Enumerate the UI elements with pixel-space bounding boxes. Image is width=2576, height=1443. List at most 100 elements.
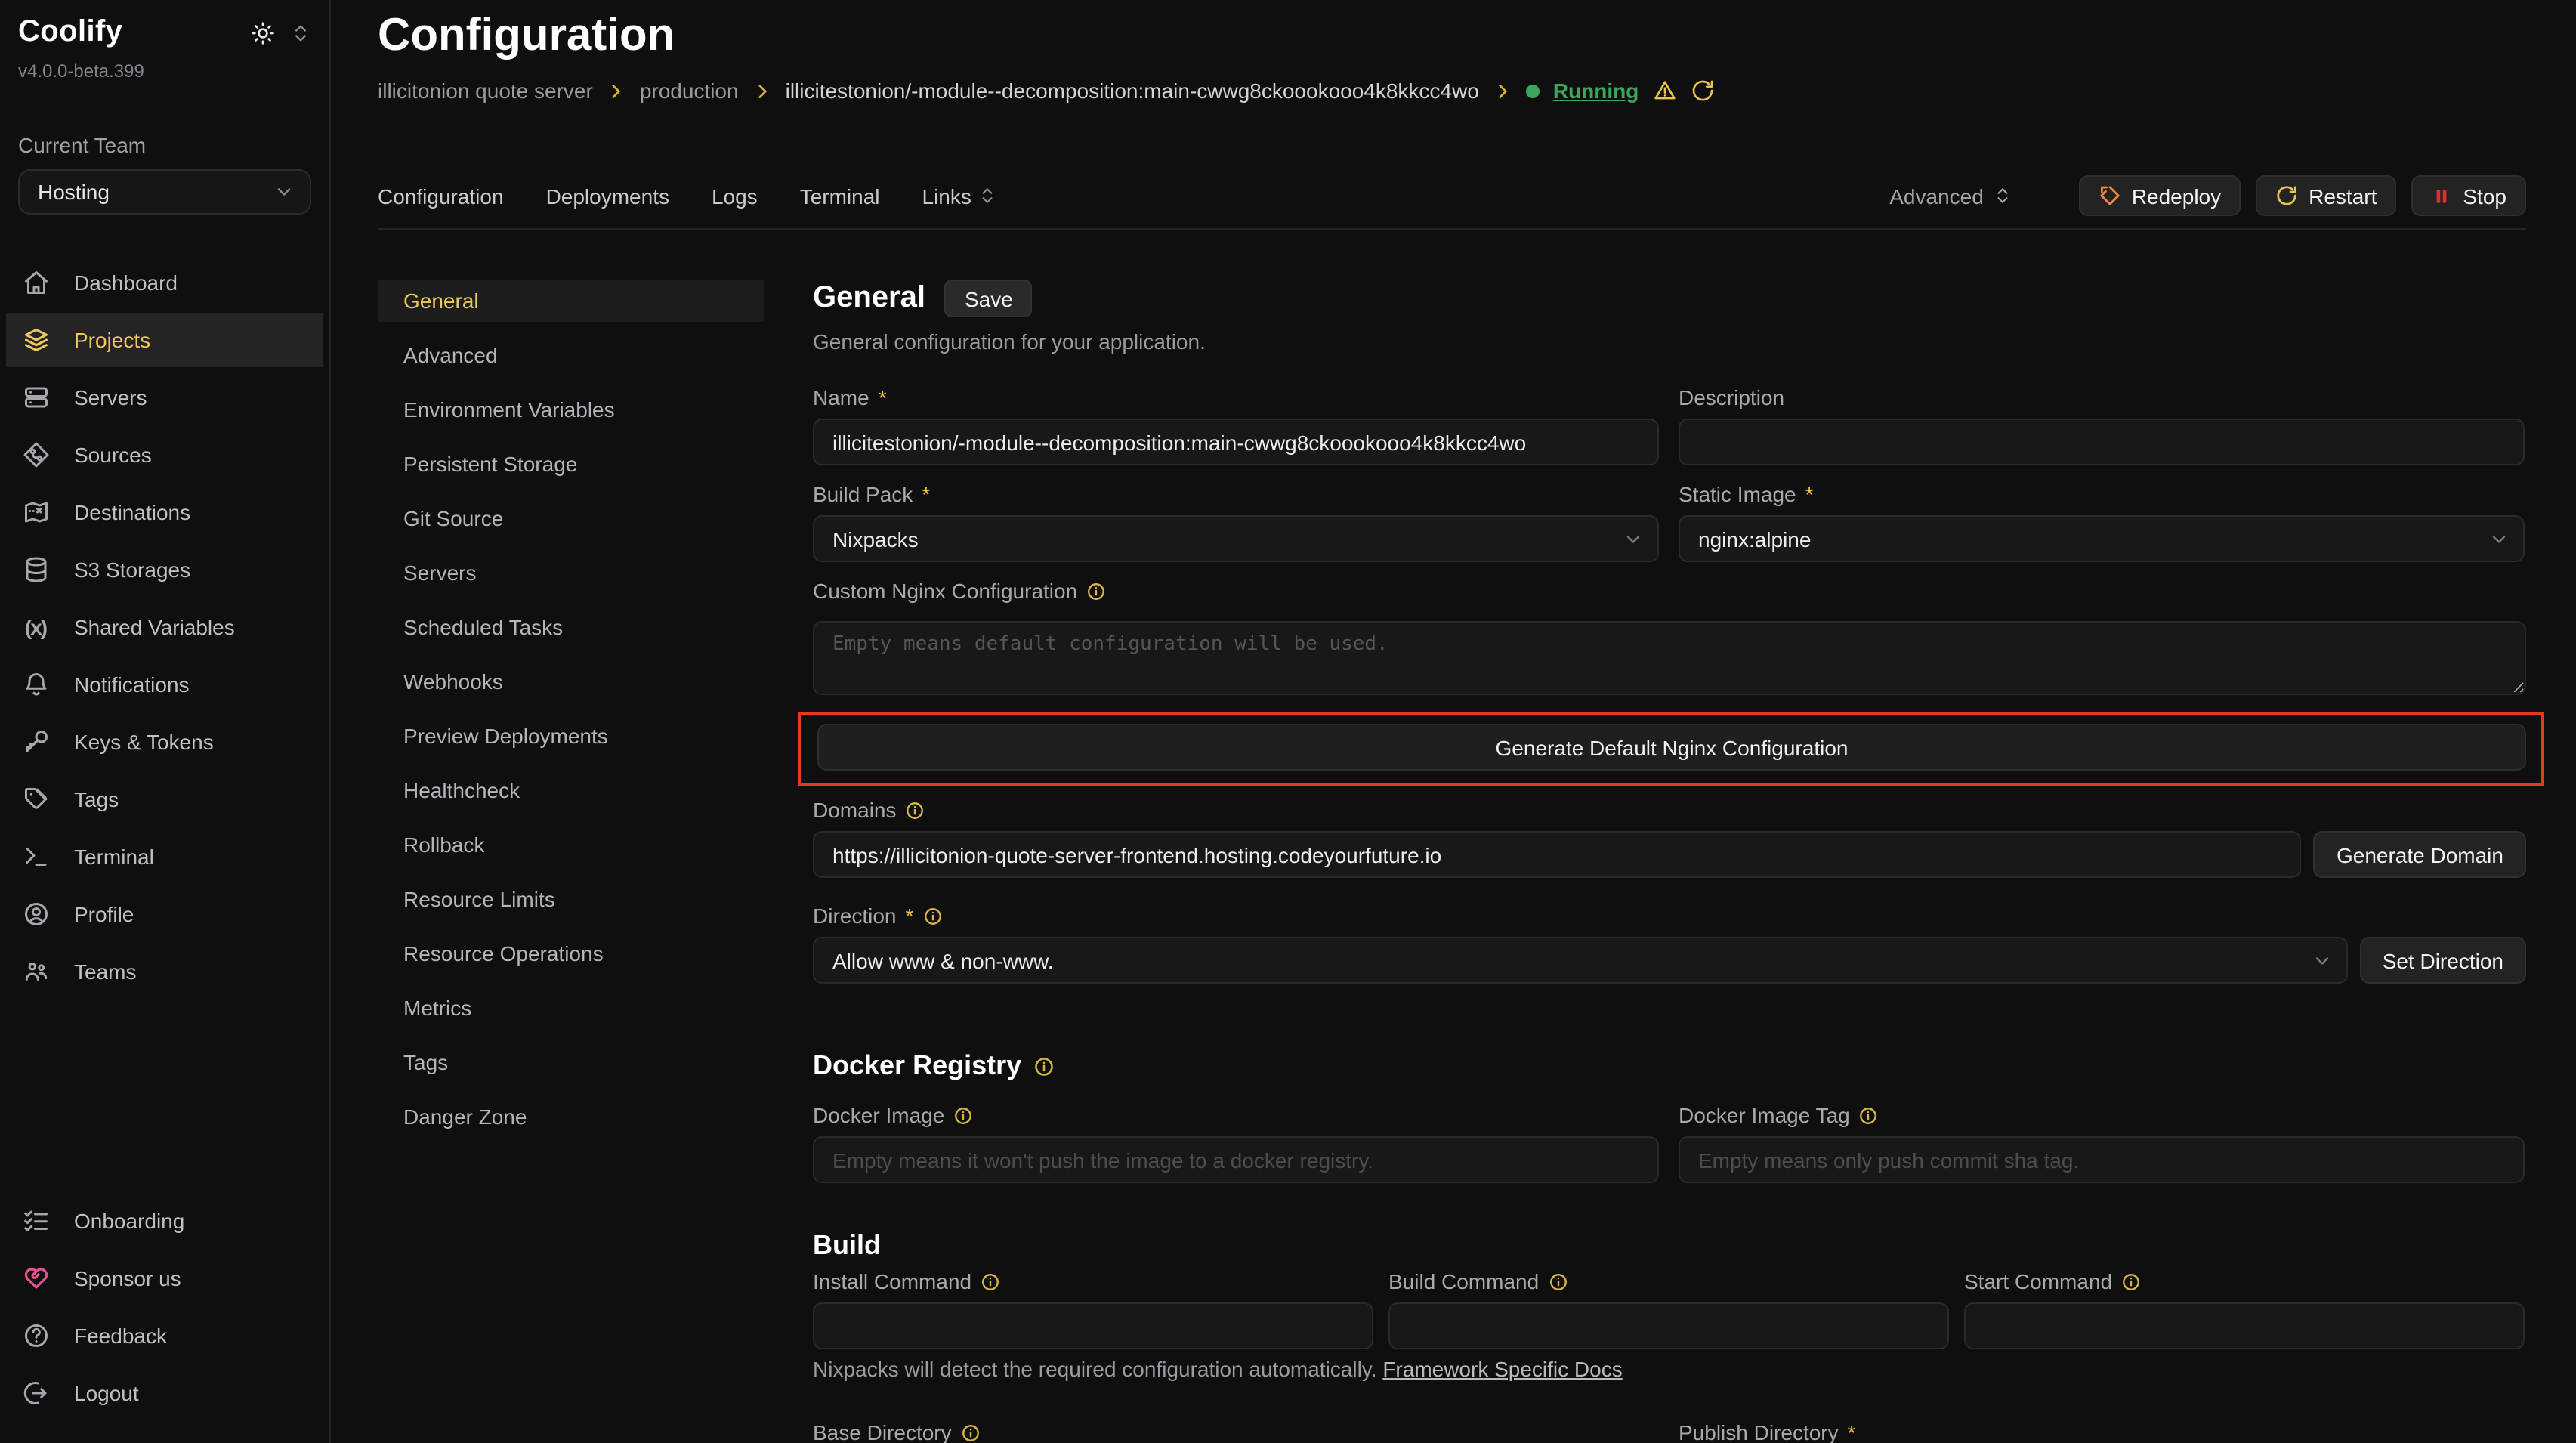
sidebar-item-notifications[interactable]: Notifications — [6, 657, 323, 712]
nginx-config-textarea[interactable] — [813, 621, 2526, 695]
generate-nginx-config-button[interactable]: Generate Default Nginx Configuration — [817, 724, 2526, 771]
tab-deployments[interactable]: Deployments — [546, 184, 669, 208]
sidebar-item-profile[interactable]: Profile — [6, 887, 323, 941]
framework-docs-link[interactable]: Framework Specific Docs — [1382, 1357, 1622, 1381]
chevron-right-icon — [607, 81, 626, 100]
info-icon[interactable] — [1859, 1105, 1879, 1125]
info-icon[interactable] — [922, 906, 942, 925]
build-command-label: Build Command — [1388, 1269, 1539, 1293]
subnav-persistent-storage[interactable]: Persistent Storage — [378, 443, 764, 485]
info-icon[interactable] — [1548, 1272, 1568, 1291]
subnav-webhooks[interactable]: Webhooks — [378, 660, 764, 703]
save-button[interactable]: Save — [945, 280, 1033, 317]
docker-image-tag-input[interactable] — [1679, 1136, 2525, 1183]
sidebar-item-onboarding[interactable]: Onboarding — [6, 1194, 323, 1248]
subnav-danger-zone[interactable]: Danger Zone — [378, 1095, 764, 1138]
subnav-metrics[interactable]: Metrics — [378, 987, 764, 1029]
heart-handshake-icon — [21, 1265, 50, 1292]
breadcrumb-project[interactable]: illicitonion quote server — [378, 79, 593, 103]
sidebar-item-sources[interactable]: Sources — [6, 428, 323, 482]
logout-icon — [21, 1380, 50, 1407]
chevron-down-icon — [273, 181, 295, 202]
info-icon[interactable] — [906, 800, 925, 820]
subnav-environment-variables[interactable]: Environment Variables — [378, 388, 764, 431]
breadcrumb-application[interactable]: illicitestonion/-module--decomposition:m… — [786, 79, 1479, 103]
subnav-resource-operations[interactable]: Resource Operations — [378, 932, 764, 975]
description-input[interactable] — [1679, 419, 2525, 465]
chevron-right-icon — [752, 81, 772, 100]
tab-configuration[interactable]: Configuration — [378, 184, 504, 208]
stop-button[interactable]: Stop — [2411, 175, 2526, 216]
install-command-label: Install Command — [813, 1269, 971, 1293]
info-icon[interactable] — [1086, 581, 1106, 601]
sidebar-item-shared-variables[interactable]: (x) Shared Variables — [6, 600, 323, 654]
chevron-down-icon — [2312, 950, 2333, 971]
subnav-tags[interactable]: Tags — [378, 1041, 764, 1083]
tab-terminal[interactable]: Terminal — [800, 184, 880, 208]
home-icon — [21, 269, 50, 296]
info-icon[interactable] — [1033, 1055, 1055, 1077]
subnav-git-source[interactable]: Git Source — [378, 497, 764, 539]
info-icon[interactable] — [953, 1105, 973, 1125]
docker-image-input[interactable] — [813, 1136, 1659, 1183]
name-input[interactable] — [813, 419, 1659, 465]
tab-logs[interactable]: Logs — [712, 184, 758, 208]
refresh-icon[interactable] — [1690, 79, 1714, 103]
redeploy-button[interactable]: Redeploy — [2079, 175, 2241, 216]
info-icon[interactable] — [981, 1272, 1000, 1291]
build-pack-select[interactable]: Nixpacks — [813, 515, 1659, 562]
set-direction-button[interactable]: Set Direction — [2360, 937, 2526, 984]
help-circle-icon — [21, 1322, 50, 1349]
sidebar-item-teams[interactable]: Teams — [6, 944, 323, 999]
nginx-config-label: Custom Nginx Configuration — [813, 579, 1077, 603]
layers-icon — [21, 326, 50, 354]
generate-domain-button[interactable]: Generate Domain — [2314, 831, 2526, 878]
subnav-resource-limits[interactable]: Resource Limits — [378, 878, 764, 920]
advanced-select[interactable]: Advanced — [1889, 184, 2012, 208]
chevrons-up-down-icon — [1993, 186, 2012, 205]
publish-directory-label: Publish Directory — [1679, 1420, 1839, 1443]
team-select[interactable]: Hosting — [18, 169, 311, 215]
sidebar-item-s3-storages[interactable]: S3 Storages — [6, 542, 323, 597]
subnav-general[interactable]: General — [378, 280, 764, 322]
theme-sun-icon[interactable] — [251, 20, 275, 45]
warning-triangle-icon[interactable] — [1652, 79, 1676, 103]
subnav-scheduled-tasks[interactable]: Scheduled Tasks — [378, 606, 764, 648]
sidebar-item-tags[interactable]: Tags — [6, 772, 323, 827]
base-directory-label: Base Directory — [813, 1420, 952, 1443]
direction-select[interactable]: Allow www & non-www. — [813, 937, 2348, 984]
info-icon[interactable] — [2121, 1272, 2141, 1291]
sidebar-item-projects[interactable]: Projects — [6, 313, 323, 367]
user-circle-icon — [21, 901, 50, 928]
sidebar-item-logout[interactable]: Logout — [6, 1366, 323, 1420]
restart-button[interactable]: Restart — [2256, 175, 2396, 216]
breadcrumb-environment[interactable]: production — [640, 79, 739, 103]
subnav-servers[interactable]: Servers — [378, 552, 764, 594]
terminal-icon — [21, 843, 50, 870]
breadcrumb: illicitonion quote server production ill… — [378, 79, 2526, 103]
sidebar: Coolify v4.0.0-beta.399 Current Team Hos… — [0, 0, 331, 1443]
section-subtitle: General configuration for your applicati… — [813, 329, 2526, 354]
restart-icon — [2275, 184, 2298, 207]
subnav-rollback[interactable]: Rollback — [378, 823, 764, 866]
status-running-link[interactable]: Running — [1553, 79, 1639, 103]
domains-input[interactable] — [813, 831, 2302, 878]
install-command-input[interactable] — [813, 1302, 1373, 1349]
chevron-right-icon — [1493, 81, 1512, 100]
sidebar-item-terminal[interactable]: Terminal — [6, 830, 323, 884]
info-icon[interactable] — [961, 1423, 981, 1442]
subnav-advanced[interactable]: Advanced — [378, 334, 764, 376]
sidebar-item-sponsor-us[interactable]: Sponsor us — [6, 1251, 323, 1305]
start-command-input[interactable] — [1964, 1302, 2525, 1349]
build-command-input[interactable] — [1388, 1302, 1949, 1349]
sidebar-item-feedback[interactable]: Feedback — [6, 1309, 323, 1363]
subnav-preview-deployments[interactable]: Preview Deployments — [378, 715, 764, 757]
sidebar-item-keys-tokens[interactable]: Keys & Tokens — [6, 715, 323, 769]
sidebar-item-servers[interactable]: Servers — [6, 370, 323, 425]
sidebar-item-destinations[interactable]: Destinations — [6, 485, 323, 539]
static-image-select[interactable]: nginx:alpine — [1679, 515, 2525, 562]
subnav-healthcheck[interactable]: Healthcheck — [378, 769, 764, 811]
sidebar-item-dashboard[interactable]: Dashboard — [6, 255, 323, 310]
tab-links[interactable]: Links — [922, 184, 997, 208]
theme-selector-icon[interactable] — [290, 22, 311, 43]
